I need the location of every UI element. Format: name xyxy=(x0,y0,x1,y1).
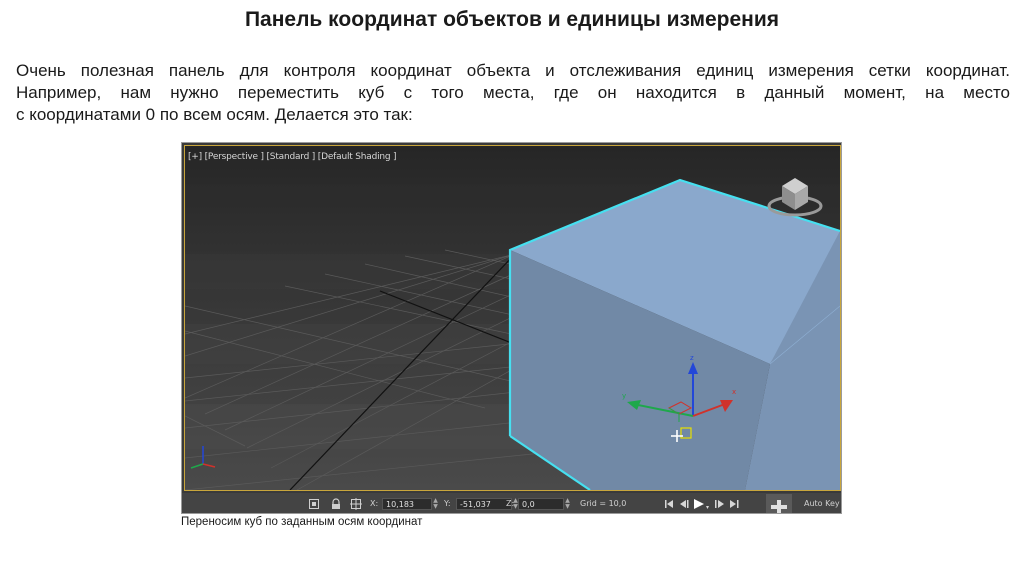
playback-controls[interactable] xyxy=(664,498,744,510)
paragraph-line-1: Очень полезная панель для контроля коорд… xyxy=(16,61,1010,80)
paragraph-line-2: Например, нам нужно переместить куб с то… xyxy=(16,83,1010,102)
y-coord-label: Y: xyxy=(444,499,451,508)
previous-frame-icon xyxy=(680,500,689,508)
auto-key-button[interactable]: Auto Key xyxy=(804,493,840,513)
perspective-viewport[interactable]: z y x [+] [Perspective] [Standard] [De… xyxy=(184,145,841,491)
y-coord-field[interactable]: -51,037 xyxy=(456,498,512,510)
absolute-mode-transform-icon[interactable] xyxy=(350,498,362,510)
x-coord-field[interactable]: 10,183 xyxy=(382,498,432,510)
gizmo-z-label: z xyxy=(690,354,694,362)
z-coord-field[interactable]: 0,0 xyxy=(518,498,564,510)
slide-paragraph: Очень полезная панель для контроля коорд… xyxy=(16,60,1010,126)
figure-caption: Переносим куб по заданным осям координат xyxy=(181,516,423,528)
next-frame-icon xyxy=(715,500,724,508)
lock-icon[interactable] xyxy=(330,498,342,510)
z-coord-label: Z: xyxy=(506,499,515,508)
x-coord-label: X: xyxy=(370,499,379,508)
max-screenshot: z y x [+] [Perspective] [Standard] [De… xyxy=(181,142,842,514)
grid-size-readout: Grid = 10,0 xyxy=(580,499,627,508)
gizmo-x-label: x xyxy=(732,388,736,396)
play-icon xyxy=(694,499,709,509)
go-to-end-icon xyxy=(730,500,739,508)
viewport-scene: z y x xyxy=(185,146,840,490)
slide-title: Панель координат объектов и единицы изме… xyxy=(244,8,780,31)
x-spinner[interactable]: ▲ ▼ xyxy=(432,498,439,510)
go-to-start-icon xyxy=(665,500,673,508)
set-key-icon[interactable] xyxy=(766,494,792,514)
z-spinner[interactable]: ▲ ▼ xyxy=(564,498,571,510)
viewport-label-menu[interactable]: [+] [Perspective ] [Standard ] [Default … xyxy=(188,152,397,162)
selection-lock-icon[interactable] xyxy=(308,498,320,510)
gizmo-y-label: y xyxy=(622,392,626,400)
coordinates-status-bar: X: 10,183 ▲ ▼ Y: -51,037 ▲ ▼ Z: 0,0 ▲ ▼ Gri… xyxy=(182,493,841,514)
paragraph-line-3: с координатами 0 по всем осям. Делается … xyxy=(16,105,413,124)
